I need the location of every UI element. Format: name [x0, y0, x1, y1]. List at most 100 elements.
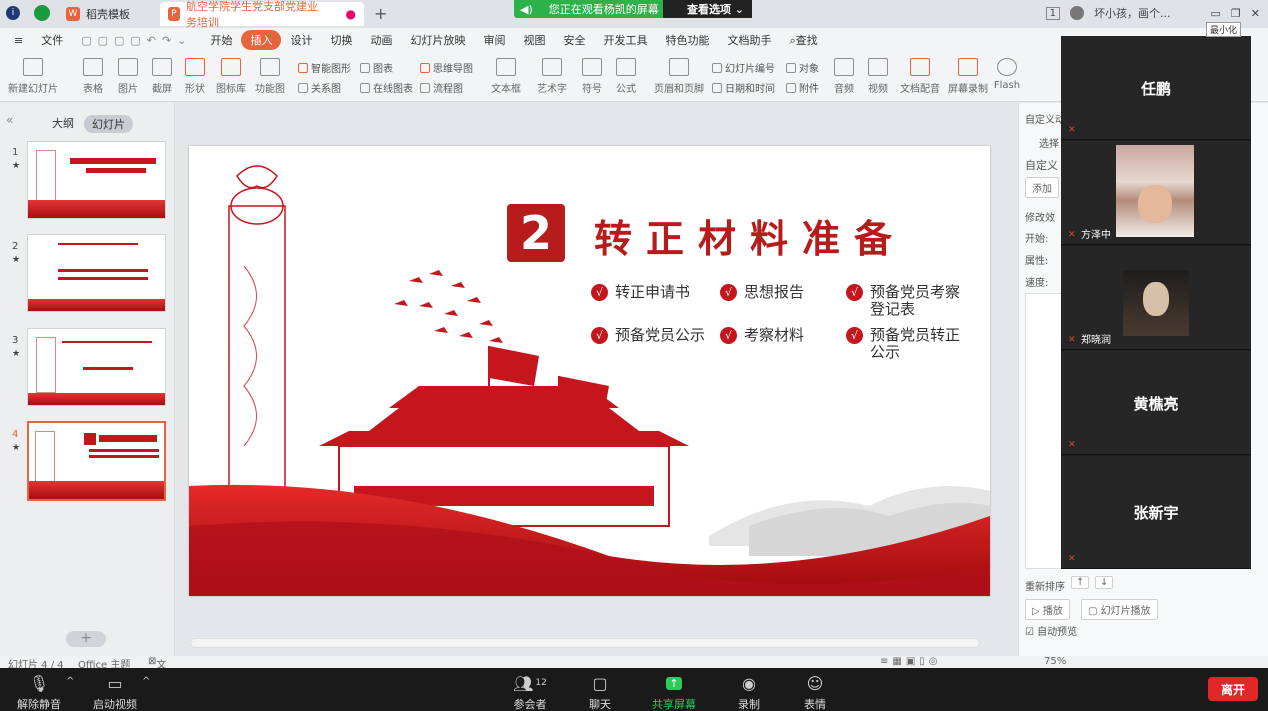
menu-doc-assistant[interactable]: 文档助手	[718, 32, 780, 48]
tab-label: 航空学院学生党支部党建业务培训	[186, 0, 318, 29]
picture-button[interactable]: 图片	[113, 58, 143, 95]
new-tab-button[interactable]: +	[374, 4, 387, 23]
menu-search[interactable]: ⌕查找	[780, 32, 826, 48]
menu-icon[interactable]: ≡	[0, 34, 32, 47]
screen-record-button[interactable]: 屏幕录制	[946, 58, 990, 95]
shape-button[interactable]: 形状	[180, 58, 210, 95]
zoom-level[interactable]: 75%	[1044, 656, 1066, 667]
participant-tile[interactable]: 任鹏 ✕	[1061, 36, 1251, 140]
slide-thumbnail-1[interactable]	[27, 141, 166, 219]
object-button[interactable]: 对象	[786, 60, 819, 75]
header-footer-button[interactable]: 页眉和页脚	[652, 58, 706, 95]
select-pane-button[interactable]: 选择	[1039, 135, 1059, 150]
tab-template[interactable]: W 稻壳模板	[58, 2, 138, 26]
menu-animation[interactable]: 动画	[361, 32, 401, 48]
add-slide-button[interactable]: +	[66, 631, 106, 647]
info-icon[interactable]: i	[6, 6, 20, 20]
start-video-button[interactable]: ▭ 启动视频	[88, 674, 142, 711]
caret-up-icon[interactable]: ^	[66, 676, 74, 687]
attachment-button[interactable]: 附件	[786, 80, 819, 95]
word-art-button[interactable]: 艺术字	[532, 58, 572, 95]
smart-graphic-button[interactable]: 智能图形	[298, 60, 351, 75]
slide-thumbnail-4[interactable]	[27, 421, 166, 501]
menu-slideshow[interactable]: 幻灯片放映	[401, 32, 474, 48]
view-options-button[interactable]: 查看选项 ⌄	[662, 0, 752, 18]
check-icon: √	[591, 284, 608, 301]
new-slide-icon	[23, 58, 43, 76]
formula-button[interactable]: 公式	[612, 58, 640, 95]
collapse-panel-icon[interactable]: «	[6, 113, 13, 127]
list-graphic	[89, 449, 159, 452]
date-time-button[interactable]: 日期和时间	[712, 80, 775, 95]
panel-title: 自定义动	[1025, 115, 1065, 126]
menu-file[interactable]: 文件	[32, 32, 72, 48]
menu-start[interactable]: 开始	[201, 32, 241, 48]
user-name[interactable]: 坏小孩，画个...	[1094, 5, 1171, 21]
participant-tile[interactable]: ✕ 郑晓润	[1061, 246, 1251, 350]
mind-map-button[interactable]: 思维导图	[420, 60, 473, 75]
caret-up-icon[interactable]: ^	[142, 676, 150, 687]
participant-tile[interactable]: 张新宇 ✕	[1061, 456, 1251, 569]
add-effect-button[interactable]: 添加	[1025, 177, 1059, 198]
view-mode-icons[interactable]: ≡▦▣▯◎	[880, 656, 942, 667]
move-down-button[interactable]: ↓	[1095, 576, 1114, 589]
share-screen-button[interactable]: ↑ 共享屏幕	[650, 674, 698, 711]
close-icon[interactable]: ✕	[1251, 7, 1260, 20]
participant-name: 郑晓润	[1081, 335, 1111, 346]
participants-button[interactable]: 👥︎ 12 参会者	[510, 674, 550, 711]
move-up-button[interactable]: ↑	[1071, 576, 1090, 589]
check-icon: √	[720, 284, 737, 301]
slide-number-button[interactable]: 幻灯片编号	[712, 60, 775, 75]
menu-insert[interactable]: 插入	[241, 30, 282, 50]
flash-button[interactable]: Flash	[992, 58, 1022, 91]
slide-thumbnail-2[interactable]	[27, 234, 166, 312]
tab-outline[interactable]: 大纲	[52, 115, 74, 133]
relation-chart-button[interactable]: 关系图	[298, 80, 341, 95]
quick-access-icons[interactable]: ▢▢▢▢↶↷⌄	[72, 34, 201, 47]
record-button[interactable]: ◉ 录制	[734, 674, 764, 711]
textbox-button[interactable]: 文本框	[488, 58, 524, 95]
avatar[interactable]	[1070, 6, 1084, 20]
chart-button[interactable]: 图表	[360, 60, 393, 75]
participant-tile[interactable]: ✕ 方泽中	[1061, 141, 1251, 245]
menu-security[interactable]: 安全	[554, 32, 594, 48]
menu-design[interactable]: 设计	[281, 32, 321, 48]
online-chart-button[interactable]: 在线图表	[360, 80, 413, 95]
horizontal-scrollbar[interactable]	[190, 638, 980, 648]
window-count-badge[interactable]: 1	[1045, 6, 1060, 20]
chat-button[interactable]: ▢ 聊天	[585, 674, 615, 711]
menu-view[interactable]: 视图	[514, 32, 554, 48]
menu-transition[interactable]: 切换	[321, 32, 361, 48]
menu-developer[interactable]: 开发工具	[594, 32, 656, 48]
red-banner-graphic	[28, 200, 165, 218]
slideshow-button[interactable]: ▢ 幻灯片播放	[1081, 599, 1158, 620]
tab-slides[interactable]: 幻灯片	[84, 115, 133, 133]
close-dot-icon[interactable]: ●	[346, 7, 356, 21]
current-slide[interactable]: 2 转正材料准备 √ 转正申请书 √ 思想报告 √ 预备党员考察登记表 √ 预备党员公示…	[189, 146, 990, 596]
screenshot-button[interactable]: 截屏	[147, 58, 177, 95]
minimize-icon[interactable]: ▭	[1211, 7, 1221, 20]
symbol-button[interactable]: 符号	[578, 58, 606, 95]
slide-thumbnail-3[interactable]	[27, 328, 166, 406]
function-chart-button[interactable]: 功能图	[252, 58, 288, 95]
flowchart-button[interactable]: 流程图	[420, 80, 463, 95]
tab-document[interactable]: P 航空学院学生党支部党建业务培训 ●	[160, 0, 364, 29]
menu-features[interactable]: 特色功能	[656, 32, 718, 48]
autopreview-checkbox[interactable]: ☑ 自动预览	[1025, 623, 1077, 638]
doc-protection[interactable]: ⊠ 文档未保护	[148, 656, 166, 711]
leave-button[interactable]: 离开	[1208, 677, 1258, 701]
voice-over-button[interactable]: 文档配音	[898, 58, 942, 95]
new-slide-button[interactable]: 新建幻灯片	[8, 58, 58, 95]
restore-icon[interactable]: ❐	[1231, 7, 1241, 20]
security-shield-icon[interactable]	[34, 5, 50, 21]
video-button[interactable]: 视频	[864, 58, 892, 95]
picture-icon	[118, 58, 138, 76]
unmute-button[interactable]: 🎙︎ 解除静音	[14, 674, 64, 711]
icon-library-button[interactable]: 图标库	[214, 58, 248, 95]
play-button[interactable]: ▷ 播放	[1025, 599, 1070, 620]
audio-button[interactable]: 音频	[830, 58, 858, 95]
reactions-button[interactable]: ☺ 表情	[800, 674, 830, 711]
menu-review[interactable]: 审阅	[474, 32, 514, 48]
participant-tile[interactable]: 黄樵亮 ✕	[1061, 351, 1251, 455]
table-button[interactable]: 表格	[78, 58, 108, 95]
